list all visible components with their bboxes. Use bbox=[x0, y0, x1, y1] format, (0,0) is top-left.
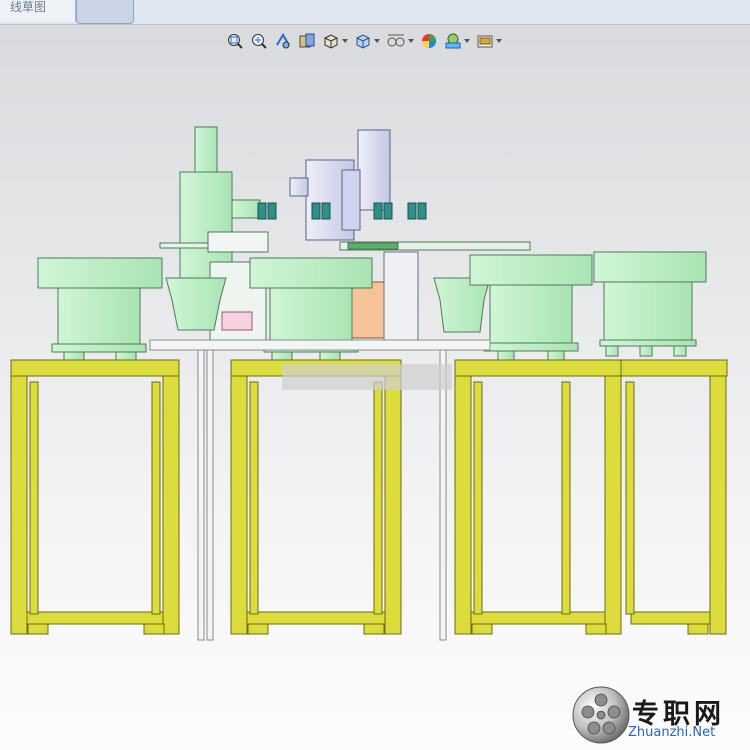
zoom-area-icon bbox=[252, 34, 267, 49]
previous-view-button[interactable] bbox=[274, 32, 292, 50]
center-plate bbox=[149, 339, 491, 351]
apply-scene-button[interactable] bbox=[444, 32, 470, 50]
hide-show-items-button[interactable] bbox=[386, 32, 414, 50]
apply-scene-caret-icon bbox=[464, 39, 470, 43]
model-viewport[interactable] bbox=[0, 0, 750, 750]
view-toolbar bbox=[226, 30, 502, 52]
watermark-ball-logo-icon bbox=[572, 686, 630, 744]
view-settings-button[interactable] bbox=[476, 32, 502, 50]
blurred-label bbox=[282, 364, 452, 390]
section-view-icon bbox=[299, 33, 315, 48]
view-settings-icon bbox=[477, 35, 493, 48]
zoom-to-fit-icon bbox=[228, 34, 243, 49]
watermark: 专职网 Zhuanzhi.Net bbox=[566, 680, 750, 750]
view-orientation-button[interactable] bbox=[322, 32, 348, 50]
previous-view-icon bbox=[276, 33, 290, 49]
section-view-button[interactable] bbox=[298, 32, 316, 50]
view-orientation-icon bbox=[324, 34, 338, 49]
display-style-button[interactable] bbox=[354, 32, 380, 50]
view-orientation-caret-icon bbox=[342, 39, 348, 43]
zoom-to-fit-button[interactable] bbox=[226, 32, 244, 50]
display-style-caret-icon bbox=[374, 39, 380, 43]
zoom-area-button[interactable] bbox=[250, 32, 268, 50]
display-style-icon bbox=[356, 34, 370, 49]
table-frames bbox=[10, 359, 728, 635]
hide-show-items-icon bbox=[387, 34, 405, 47]
view-settings-caret-icon bbox=[496, 39, 502, 43]
watermark-english: Zhuanzhi.Net bbox=[628, 725, 716, 740]
edit-appearance-button[interactable] bbox=[420, 32, 438, 50]
apply-scene-icon bbox=[445, 33, 461, 49]
edit-appearance-icon bbox=[422, 34, 436, 48]
hide-show-items-caret-icon bbox=[408, 39, 414, 43]
